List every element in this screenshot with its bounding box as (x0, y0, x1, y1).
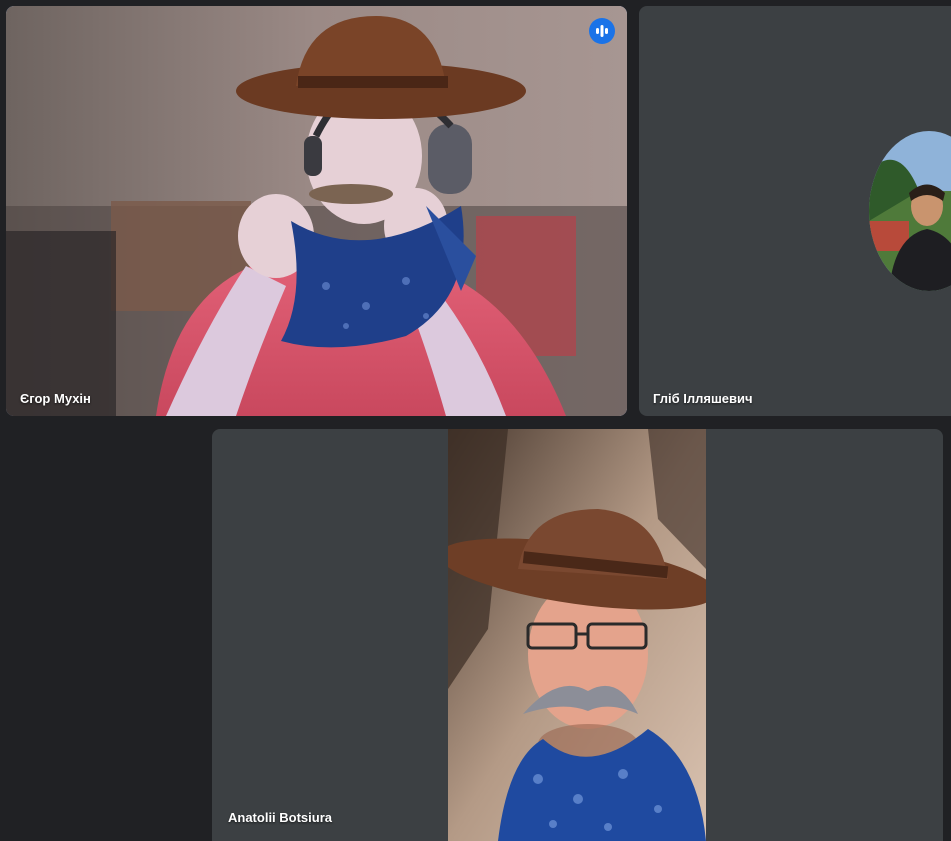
video-frame-illustration (448, 429, 706, 841)
participant-name: Єгор Мухін (20, 391, 91, 406)
participant-name: Anatolii Botsiura (228, 810, 333, 825)
participant-video (6, 6, 627, 416)
video-frame-illustration (6, 6, 627, 416)
avatar (869, 131, 951, 291)
avatar-photo (869, 131, 951, 291)
participant-name: Гліб Ілляшевич (653, 391, 753, 406)
speaking-badge (589, 18, 615, 44)
participant-tile-anatolii[interactable]: Anatolii Botsiura (212, 429, 943, 841)
participant-video (448, 429, 706, 841)
participant-tile-hlib[interactable]: Гліб Ілляшевич (639, 6, 951, 416)
participant-tile-egor[interactable]: Єгор Мухін (6, 6, 627, 416)
audio-level-icon (596, 25, 608, 37)
meeting-grid: Єгор Мухін Гліб Ілляшевич Anatolii Botsi… (0, 0, 951, 841)
